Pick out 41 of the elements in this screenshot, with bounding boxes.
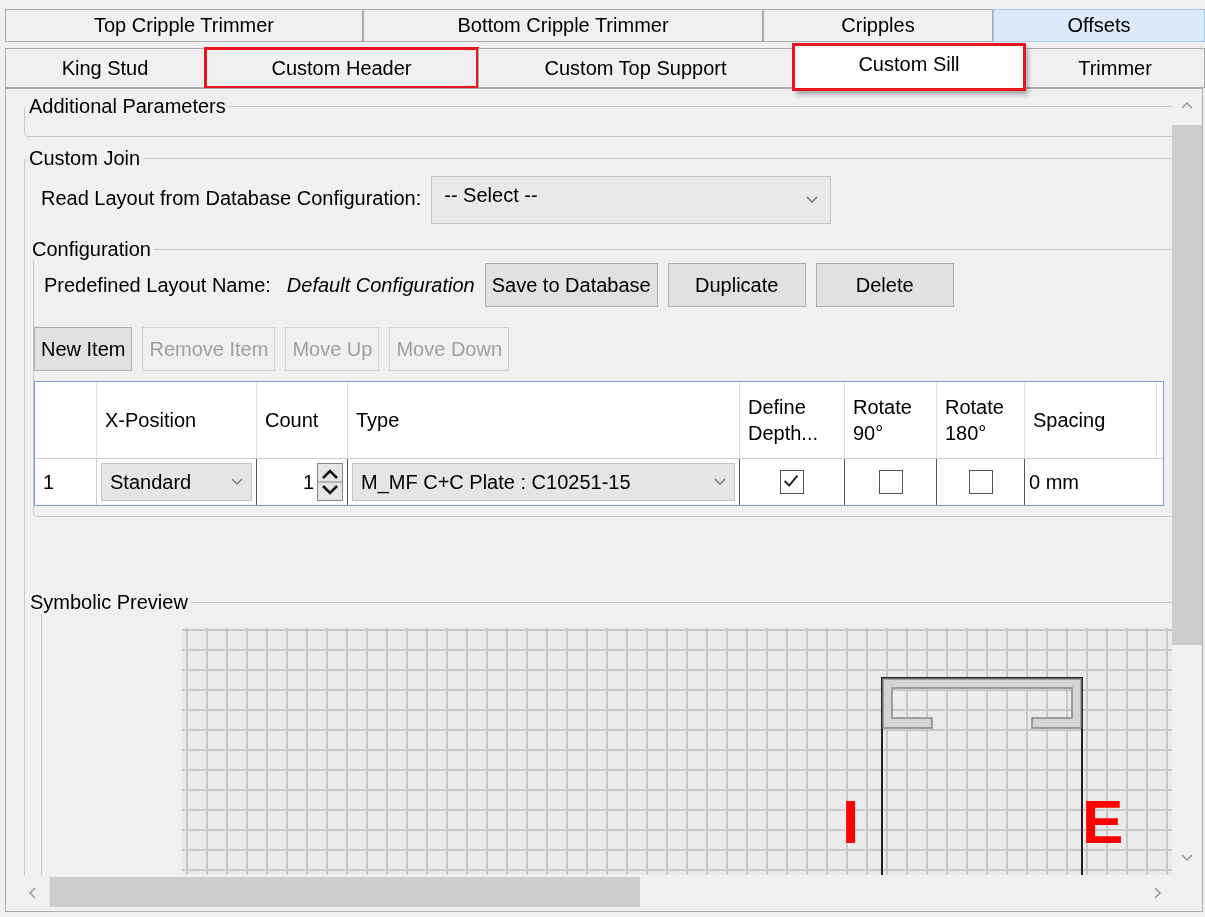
tab[interactable]: Custom Sill (793, 44, 1025, 90)
side-label: E (1082, 791, 1124, 853)
tab[interactable]: Custom Top Support (478, 48, 793, 88)
action-button[interactable]: Duplicate (667, 263, 806, 307)
group-title: Additional Parameters (28, 95, 227, 118)
tab[interactable]: Trimmer (1025, 48, 1205, 88)
caret-icon (806, 196, 819, 204)
checkbox[interactable] (780, 470, 804, 494)
group-title: Symbolic Preview (29, 591, 189, 614)
scroll-up-icon[interactable] (1181, 101, 1193, 109)
spacing-cell[interactable]: 0 mm (1025, 459, 1157, 505)
caret-icon (231, 478, 243, 486)
row-number: 1 (35, 459, 97, 505)
configuration-dropdown[interactable]: -- Select -- (431, 176, 832, 224)
tab[interactable]: Custom Header (205, 48, 478, 88)
field-label: Predefined Layout Name: (44, 273, 271, 297)
spinner-icon[interactable] (317, 463, 343, 501)
group-title: Custom Join (28, 147, 142, 170)
side-label: I (842, 791, 860, 853)
field-label: Read Layout from Database Configuration: (41, 186, 422, 210)
type-dropdown[interactable]: M_MF C+C Plate : C10251-15 (352, 463, 735, 501)
scrollbar-thumb[interactable] (1172, 125, 1202, 645)
tab[interactable]: Top Cripple Trimmer (5, 9, 363, 42)
tab[interactable]: Cripples (763, 9, 993, 42)
checkbox[interactable] (878, 470, 903, 494)
count-value[interactable]: 1 (302, 470, 314, 494)
layout-name: Default Configuration (286, 273, 475, 297)
checkbox[interactable] (968, 470, 993, 494)
item-button[interactable]: New Item (34, 327, 133, 371)
tab[interactable]: Offsets (993, 9, 1205, 42)
caret-icon (714, 478, 726, 486)
scroll-down-icon[interactable] (1181, 854, 1193, 862)
action-button[interactable]: Save to Database (484, 263, 658, 307)
position-dropdown[interactable]: Standard (101, 463, 252, 501)
scroll-left-icon[interactable] (28, 887, 36, 899)
group-title: Configuration (31, 238, 152, 261)
scrollbar-thumb[interactable] (50, 877, 640, 907)
tab[interactable]: Bottom Cripple Trimmer (363, 9, 763, 42)
scroll-right-icon[interactable] (1154, 887, 1162, 899)
tab[interactable]: King Stud (5, 48, 205, 88)
action-button[interactable]: Delete (815, 263, 954, 307)
